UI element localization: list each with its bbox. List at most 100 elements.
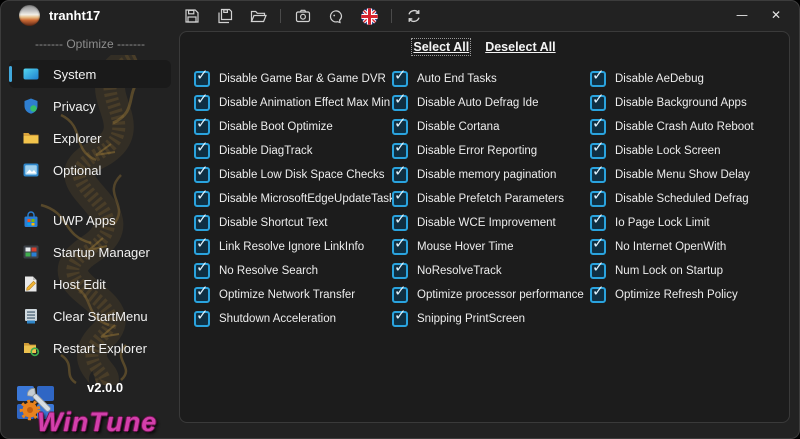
checkbox-icon[interactable]: [392, 138, 408, 159]
checkbox-option[interactable]: Optimize processor performance: [392, 282, 590, 307]
checkbox-icon[interactable]: [590, 138, 606, 159]
deselect-all-link[interactable]: Deselect All: [485, 40, 555, 54]
save-icon[interactable]: [181, 5, 203, 27]
checkbox-option[interactable]: Io Page Lock Limit: [590, 210, 788, 235]
checkbox-icon[interactable]: [194, 234, 210, 255]
checkbox-option[interactable]: No Internet OpenWith: [590, 234, 788, 259]
checkbox-option[interactable]: Optimize Refresh Policy: [590, 282, 788, 307]
checkbox-option[interactable]: NoResolveTrack: [392, 258, 590, 283]
checkbox-option[interactable]: Disable Crash Auto Reboot: [590, 114, 788, 139]
checkbox-option[interactable]: Disable DiagTrack: [194, 138, 392, 163]
checkbox-option[interactable]: Disable Scheduled Defrag: [590, 186, 788, 211]
checkbox-option[interactable]: Disable MicrosoftEdgeUpdateTask: [194, 186, 395, 211]
checkbox-icon[interactable]: [392, 258, 408, 279]
checkbox-icon[interactable]: [392, 90, 408, 111]
sidebar-item-host-edit[interactable]: Host Edit: [9, 270, 171, 298]
checkbox-label: Disable Prefetch Parameters: [417, 193, 565, 205]
checkbox-option[interactable]: Disable memory pagination: [392, 162, 590, 187]
checkbox-icon[interactable]: [194, 66, 210, 87]
checkbox-option[interactable]: Disable Error Reporting: [392, 138, 590, 163]
minimize-button[interactable]: —: [725, 1, 759, 29]
checkbox-option[interactable]: Auto End Tasks: [392, 66, 590, 91]
toolbar-separator: [280, 9, 281, 23]
checkbox-icon[interactable]: [590, 90, 606, 111]
checkbox-icon[interactable]: [590, 162, 606, 183]
checkbox-option[interactable]: Disable Lock Screen: [590, 138, 788, 163]
user-face-icon[interactable]: [325, 5, 347, 27]
selection-links: Select All Deselect All: [180, 38, 789, 56]
checkbox-icon[interactable]: [392, 186, 408, 207]
checkbox-icon[interactable]: [590, 210, 606, 231]
open-folder-icon[interactable]: [247, 5, 269, 27]
username: tranht17: [49, 8, 101, 23]
checkbox-icon[interactable]: [590, 186, 606, 207]
tweak-column-3: Disable AeDebug Disable Background Apps …: [590, 66, 788, 331]
checkbox-icon[interactable]: [194, 258, 210, 279]
checkbox-option[interactable]: Disable Boot Optimize: [194, 114, 392, 139]
sidebar-nav: System Privacy Explorer Optional UWP App…: [1, 60, 179, 362]
checkbox-option[interactable]: Num Lock on Startup: [590, 258, 788, 283]
checkbox-label: No Internet OpenWith: [615, 241, 727, 253]
close-button[interactable]: ✕: [759, 1, 793, 29]
sidebar-item-privacy[interactable]: Privacy: [9, 92, 171, 120]
checkbox-icon[interactable]: [194, 282, 210, 303]
checkbox-option[interactable]: Disable WCE Improvement: [392, 210, 590, 235]
checkbox-option[interactable]: Disable Auto Defrag Ide: [392, 90, 590, 115]
save-all-icon[interactable]: [214, 5, 236, 27]
sidebar-item-system[interactable]: System: [9, 60, 171, 88]
checkbox-option[interactable]: Disable Prefetch Parameters: [392, 186, 590, 211]
checkbox-option[interactable]: Disable Shortcut Text: [194, 210, 392, 235]
checkbox-option[interactable]: Disable Background Apps: [590, 90, 788, 115]
checkbox-option[interactable]: Disable Cortana: [392, 114, 590, 139]
checkbox-icon[interactable]: [194, 210, 210, 231]
checkbox-icon[interactable]: [392, 162, 408, 183]
checkbox-icon[interactable]: [194, 306, 210, 327]
sidebar-item-startup-manager[interactable]: Startup Manager: [9, 238, 171, 266]
checkbox-icon[interactable]: [392, 234, 408, 255]
sidebar-item-clear-startmenu[interactable]: Clear StartMenu: [9, 302, 171, 330]
checkbox-icon[interactable]: [194, 186, 210, 207]
checkbox-icon[interactable]: [590, 66, 606, 87]
optional-screen-icon: [22, 161, 40, 179]
checkbox-label: Disable Lock Screen: [615, 145, 721, 157]
checkbox-option[interactable]: Optimize Network Transfer: [194, 282, 392, 307]
checkbox-icon[interactable]: [590, 234, 606, 255]
checkbox-icon[interactable]: [590, 258, 606, 279]
tweak-grid: Disable Game Bar & Game DVR Disable Anim…: [194, 66, 789, 331]
checkbox-icon[interactable]: [392, 282, 408, 303]
checkbox-option[interactable]: Snipping PrintScreen: [392, 306, 590, 331]
checkbox-icon[interactable]: [392, 66, 408, 87]
checkbox-option[interactable]: No Resolve Search: [194, 258, 392, 283]
checkbox-label: Shutdown Acceleration: [219, 313, 336, 325]
checkbox-option[interactable]: Mouse Hover Time: [392, 234, 590, 259]
checkbox-option[interactable]: Link Resolve Ignore LinkInfo: [194, 234, 392, 259]
checkbox-option[interactable]: Shutdown Acceleration: [194, 306, 392, 331]
checkbox-icon[interactable]: [392, 306, 408, 327]
checkbox-label: No Resolve Search: [219, 265, 319, 277]
select-all-link[interactable]: Select All: [411, 38, 472, 56]
sidebar-item-optional[interactable]: Optional: [9, 156, 171, 184]
clear-startmenu-list-icon: [22, 307, 40, 325]
checkbox-option[interactable]: Disable Low Disk Space Checks: [194, 162, 392, 187]
refresh-icon[interactable]: [403, 5, 425, 27]
checkbox-icon[interactable]: [392, 114, 408, 135]
checkbox-option[interactable]: Disable Menu Show Delay: [590, 162, 788, 187]
checkbox-label: Disable Crash Auto Reboot: [615, 121, 754, 133]
checkbox-option[interactable]: Disable AeDebug: [590, 66, 788, 91]
checkbox-icon[interactable]: [194, 162, 210, 183]
uk-flag-icon[interactable]: [358, 5, 380, 27]
sidebar-item-explorer[interactable]: Explorer: [9, 124, 171, 152]
checkbox-icon[interactable]: [590, 114, 606, 135]
checkbox-icon[interactable]: [392, 210, 408, 231]
camera-icon[interactable]: [292, 5, 314, 27]
checkbox-icon[interactable]: [194, 90, 210, 111]
sidebar-item-restart-explorer[interactable]: Restart Explorer: [9, 334, 171, 362]
checkbox-option[interactable]: Disable Animation Effect Max Min: [194, 90, 392, 115]
checkbox-icon[interactable]: [194, 138, 210, 159]
checkbox-icon[interactable]: [194, 114, 210, 135]
checkbox-option[interactable]: Disable Game Bar & Game DVR: [194, 66, 392, 91]
sidebar-item-uwp-apps[interactable]: UWP Apps: [9, 206, 171, 234]
checkbox-icon[interactable]: [590, 282, 606, 303]
checkbox-label: Disable MicrosoftEdgeUpdateTask: [219, 193, 395, 205]
